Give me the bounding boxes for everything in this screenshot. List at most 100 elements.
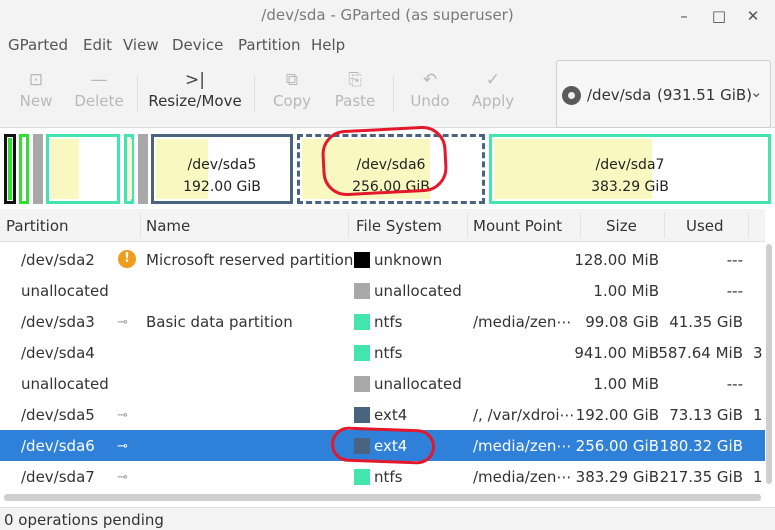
column-used[interactable]: Used <box>686 217 724 235</box>
partition-cell: /dev/sda6 <box>21 437 95 455</box>
disk-map-sda5-name: /dev/sda5 <box>187 157 257 173</box>
apply-button[interactable]: ✓ Apply <box>466 58 520 126</box>
disk-map-unallocated[interactable] <box>33 134 43 204</box>
menu-help[interactable]: Help <box>311 36 345 54</box>
table-row[interactable]: /dev/sda2 ! Microsoft reserved partition… <box>0 244 765 275</box>
column-divider <box>748 212 749 238</box>
maximize-button[interactable]: □ <box>708 5 730 27</box>
key-icon: ⊸ <box>117 408 128 423</box>
partition-table: /dev/sda2 ! Microsoft reserved partition… <box>0 244 765 492</box>
copy-button[interactable]: ⧉ Copy <box>266 58 318 126</box>
apply-label: Apply <box>471 92 515 110</box>
table-row[interactable]: unallocated unallocated 1.00 MiB --- <box>0 275 765 306</box>
partition-cell: /dev/sda7 <box>21 468 95 486</box>
disk-map-sda6-name: /dev/sda6 <box>356 157 426 173</box>
partition-cell: /dev/sda4 <box>21 344 95 362</box>
disk-map-sda6-size: 256.00 GiB <box>352 179 430 195</box>
filesystem-color-swatch <box>354 252 370 268</box>
menu-view[interactable]: View <box>123 36 159 54</box>
toolbar-separator <box>137 76 138 112</box>
device-selector[interactable]: /dev/sda (931.51 GiB) ⌄ <box>556 60 771 128</box>
disk-map-sda7-size: 383.29 GiB <box>591 179 669 195</box>
name-cell: Microsoft reserved partition <box>146 251 354 269</box>
mount-point-cell: /media/zen⋯ <box>473 437 572 455</box>
partition-cell: unallocated <box>21 375 109 393</box>
size-cell: 1.00 MiB <box>593 282 659 300</box>
paste-button[interactable]: ⎘ Paste <box>328 58 382 126</box>
undo-label: Undo <box>410 92 450 110</box>
disk-map-sda-small[interactable] <box>19 134 29 204</box>
toolbar-separator <box>254 76 255 112</box>
table-row[interactable]: /dev/sda3 ⊸ Basic data partition ntfs /m… <box>0 306 765 337</box>
size-cell: 99.08 GiB <box>585 313 659 331</box>
column-name[interactable]: Name <box>146 217 190 235</box>
size-cell: 128.00 MiB <box>574 251 659 269</box>
menu-gparted[interactable]: GParted <box>8 36 68 54</box>
column-size[interactable]: Size <box>606 217 637 235</box>
disk-map-sda7[interactable]: /dev/sda7 383.29 GiB <box>489 134 771 204</box>
paste-label: Paste <box>334 92 376 110</box>
vertical-scrollbar[interactable] <box>765 244 773 492</box>
new-label: New <box>19 92 53 110</box>
minimize-button[interactable]: – <box>673 5 695 27</box>
filesystem-cell: ext4 <box>374 437 408 455</box>
disk-map-sda1[interactable] <box>4 134 16 204</box>
size-cell: 192.00 GiB <box>575 406 659 424</box>
size-cell: 256.00 GiB <box>575 437 659 455</box>
key-icon: ⊸ <box>117 439 128 454</box>
table-row-selected[interactable]: /dev/sda6 ⊸ ext4 /media/zen⋯ 256.00 GiB … <box>0 430 765 461</box>
filesystem-color-swatch <box>354 438 370 454</box>
menu-device[interactable]: Device <box>172 36 223 54</box>
resize-move-button[interactable]: >| Resize/Move <box>145 58 245 126</box>
copy-icon: ⧉ <box>285 70 299 90</box>
column-mount-point[interactable]: Mount Point <box>473 217 562 235</box>
disk-map-sda6[interactable]: /dev/sda6 256.00 GiB <box>297 134 485 204</box>
disk-map-sda4[interactable] <box>124 134 134 204</box>
undo-icon: ↶ <box>422 70 438 90</box>
delete-button[interactable]: — Delete <box>70 58 128 126</box>
menu-edit[interactable]: Edit <box>83 36 112 54</box>
resize-move-label: Resize/Move <box>148 92 242 110</box>
size-cell: 941.00 MiB <box>574 344 659 362</box>
column-partition[interactable]: Partition <box>6 217 69 235</box>
size-cell: 1.00 MiB <box>593 375 659 393</box>
apply-icon: ✓ <box>485 70 501 90</box>
disk-map-unallocated[interactable] <box>138 134 148 204</box>
vertical-scrollbar-thumb[interactable] <box>766 244 772 484</box>
undo-button[interactable]: ↶ Undo <box>404 58 456 126</box>
used-cell: 180.32 GiB <box>659 437 743 455</box>
column-divider <box>348 212 349 238</box>
filesystem-cell: ntfs <box>374 468 403 486</box>
column-divider <box>140 212 141 238</box>
filesystem-color-swatch <box>354 345 370 361</box>
warning-icon: ! <box>118 250 136 268</box>
table-row[interactable]: /dev/sda4 ntfs 941.00 MiB 587.64 MiB 3 <box>0 337 765 368</box>
new-button[interactable]: ⊡ New <box>12 58 60 126</box>
filesystem-cell: unallocated <box>374 375 462 393</box>
used-cell: --- <box>726 375 743 393</box>
used-cell: 73.13 GiB <box>669 406 743 424</box>
close-button[interactable]: ✕ <box>742 5 764 27</box>
disk-map-sda3[interactable] <box>46 134 120 204</box>
filesystem-color-swatch <box>354 376 370 392</box>
table-row[interactable]: /dev/sda5 ⊸ ext4 /, /var/xdroi⋯ 192.00 G… <box>0 399 765 430</box>
toolbar-separator <box>393 76 394 112</box>
disk-map-sda5[interactable]: /dev/sda5 192.00 GiB <box>151 134 293 204</box>
menu-partition[interactable]: Partition <box>238 36 301 54</box>
horizontal-scrollbar[interactable] <box>4 494 761 501</box>
chevron-down-icon: ⌄ <box>750 83 763 101</box>
disk-map-fill <box>8 138 12 200</box>
column-divider <box>580 212 581 238</box>
column-file-system[interactable]: File System <box>356 217 442 235</box>
table-row[interactable]: /dev/sda7 ⊸ ntfs /media/zen⋯ 383.29 GiB … <box>0 461 765 492</box>
disk-icon <box>562 86 581 105</box>
mount-point-cell: /media/zen⋯ <box>473 313 572 331</box>
used-cell: --- <box>726 282 743 300</box>
partition-cell: /dev/sda2 <box>21 251 95 269</box>
filesystem-color-swatch <box>354 469 370 485</box>
disk-map-sda7-name: /dev/sda7 <box>595 157 665 173</box>
status-text: 0 operations pending <box>4 511 164 529</box>
filesystem-cell: ntfs <box>374 344 403 362</box>
filesystem-color-swatch <box>354 407 370 423</box>
table-row[interactable]: unallocated unallocated 1.00 MiB --- <box>0 368 765 399</box>
